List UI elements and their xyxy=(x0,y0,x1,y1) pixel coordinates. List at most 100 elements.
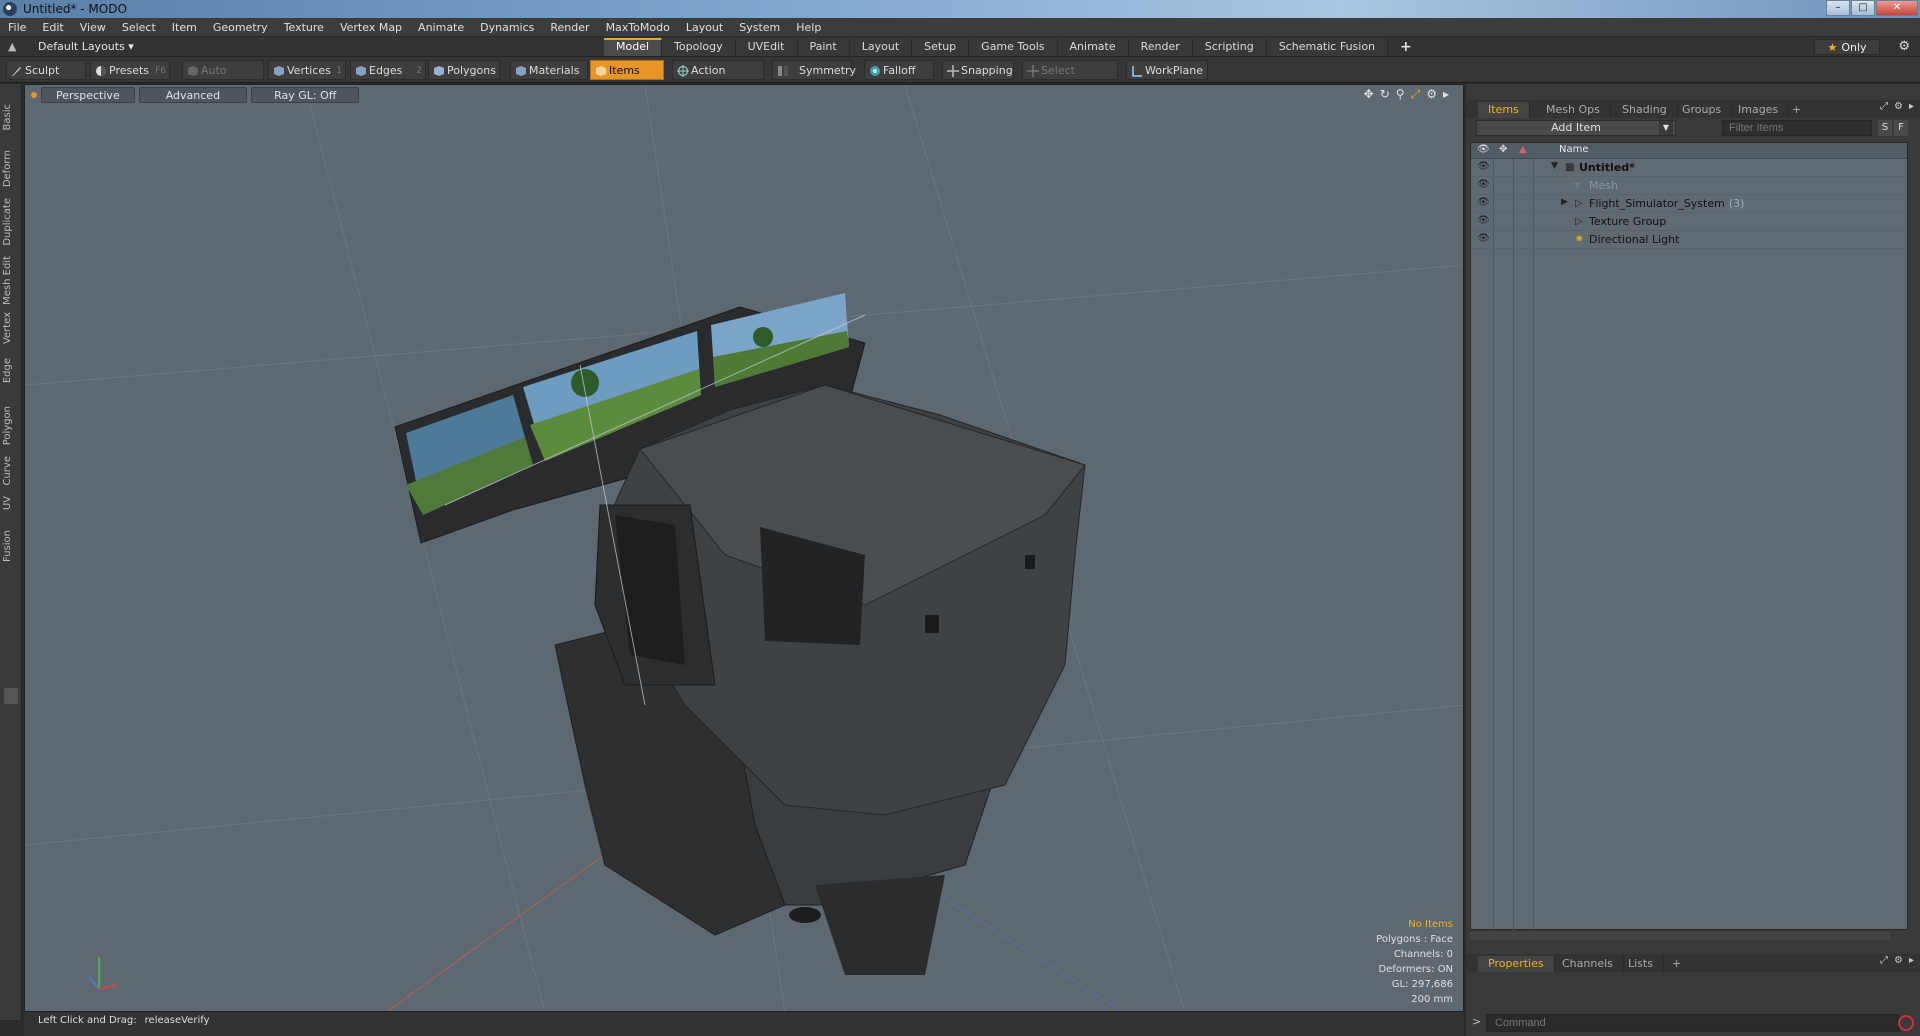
lock-column-icon[interactable]: ✥ xyxy=(1499,144,1507,155)
tab-game-tools[interactable]: Game Tools xyxy=(969,38,1058,56)
maximize-panel-icon[interactable]: ⤢ xyxy=(1880,101,1888,112)
tab-uvedit[interactable]: UVEdit xyxy=(735,38,798,56)
props-arrow-icon[interactable]: ▸ xyxy=(1909,955,1914,966)
sculpt-button[interactable]: Sculpt xyxy=(6,60,86,80)
eye-icon[interactable]: 👁 xyxy=(1477,197,1491,209)
presets-button[interactable]: Presets F6 xyxy=(90,60,170,80)
expand-triangle-icon[interactable]: ▼ xyxy=(1551,161,1558,171)
left-tab-curve[interactable]: Curve xyxy=(2,456,20,486)
tab-lists[interactable]: Lists xyxy=(1618,956,1664,972)
tab-animate[interactable]: Animate xyxy=(1057,38,1129,56)
menu-system[interactable]: System xyxy=(731,21,788,34)
tab-schematic-fusion[interactable]: Schematic Fusion xyxy=(1266,38,1389,56)
filter-items-input[interactable] xyxy=(1722,120,1872,136)
menu-animate[interactable]: Animate xyxy=(410,21,472,34)
props-gear-icon[interactable]: ⚙ xyxy=(1894,955,1903,966)
eye-icon[interactable]: 👁 xyxy=(1477,233,1491,245)
add-tab-button[interactable]: + xyxy=(1388,38,1424,56)
pan-icon[interactable]: ✥ xyxy=(1364,87,1374,102)
raygl-button[interactable]: Ray GL: Off xyxy=(251,87,360,103)
eye-icon[interactable]: 👁 xyxy=(1477,161,1491,173)
materials-button[interactable]: Materials xyxy=(510,60,588,80)
left-panel-handle[interactable] xyxy=(4,688,18,704)
menu-edit[interactable]: Edit xyxy=(34,21,71,34)
symmetry-button[interactable]: Symmetry xyxy=(772,60,856,80)
collapse-triangle-icon[interactable]: ▶ xyxy=(1561,197,1568,207)
tree-row-untitled[interactable]: 👁 ▼ ▩ Untitled* xyxy=(1471,159,1907,177)
left-tab-deform[interactable]: Deform xyxy=(2,150,20,187)
tab-channels[interactable]: Channels xyxy=(1552,956,1624,972)
command-input[interactable] xyxy=(1486,1014,1900,1032)
eye-icon[interactable]: 👁 xyxy=(1477,179,1491,191)
workplane-button[interactable]: WorkPlane xyxy=(1126,60,1208,80)
polygons-button[interactable]: Polygons xyxy=(428,60,500,80)
left-tab-edge[interactable]: Edge xyxy=(2,358,20,383)
tab-mesh-ops[interactable]: Mesh Ops xyxy=(1536,102,1611,118)
tab-paint[interactable]: Paint xyxy=(797,38,850,56)
tab-render[interactable]: Render xyxy=(1128,38,1193,56)
tab-layout[interactable]: Layout xyxy=(849,38,913,56)
gear-icon[interactable]: ⚙ xyxy=(1898,39,1910,54)
tab-shading[interactable]: Shading xyxy=(1612,102,1678,118)
left-tab-mesh-edit[interactable]: Mesh Edit xyxy=(2,256,20,305)
auto-select-button[interactable]: Auto Select xyxy=(182,60,264,97)
expand-arrow-icon[interactable]: ▸ xyxy=(1443,87,1449,102)
edges-button[interactable]: Edges 2 xyxy=(350,60,426,80)
tree-row-texture-group[interactable]: 👁 ▷ Texture Group xyxy=(1471,213,1907,231)
tab-images[interactable]: Images xyxy=(1728,102,1790,118)
view-mode-button[interactable]: Perspective xyxy=(41,87,135,103)
selection-column-icon[interactable]: ▲ xyxy=(1519,144,1527,155)
add-props-tab-button[interactable]: + xyxy=(1662,956,1691,972)
tab-groups[interactable]: Groups xyxy=(1672,102,1733,118)
tree-row-flight-simulator-system[interactable]: 👁 ▶ ▷ Flight_Simulator_System (3) xyxy=(1471,195,1907,213)
menu-dynamics[interactable]: Dynamics xyxy=(472,21,542,34)
select-through-button[interactable]: Select Through xyxy=(1022,60,1118,97)
menu-layout[interactable]: Layout xyxy=(678,21,731,34)
panel-gear-icon[interactable]: ⚙ xyxy=(1894,101,1903,112)
menu-select[interactable]: Select xyxy=(114,21,164,34)
fit-icon[interactable]: ⤢ xyxy=(1411,87,1421,102)
tab-properties[interactable]: Properties xyxy=(1478,956,1555,972)
add-panel-tab-button[interactable]: + xyxy=(1782,102,1811,118)
tab-items[interactable]: Items xyxy=(1478,102,1530,118)
vertices-button[interactable]: Vertices 1 xyxy=(268,60,346,80)
menu-texture[interactable]: Texture xyxy=(276,21,332,34)
close-button[interactable]: ✕ xyxy=(1876,0,1918,16)
menu-vertex-map[interactable]: Vertex Map xyxy=(332,21,410,34)
left-tab-basic[interactable]: Basic xyxy=(2,104,20,130)
items-button[interactable]: Items xyxy=(590,60,664,80)
tab-setup[interactable]: Setup xyxy=(912,38,970,56)
eye-icon[interactable]: 👁 xyxy=(1477,215,1491,227)
menu-render[interactable]: Render xyxy=(542,21,597,34)
3d-viewport[interactable]: Perspective Advanced Ray GL: Off ✥ ↻ ⚲ ⤢… xyxy=(24,84,1464,1012)
maximize-button[interactable]: □ xyxy=(1851,0,1875,16)
left-tab-vertex[interactable]: Vertex xyxy=(2,312,20,344)
add-item-button[interactable]: Add Item ▼ xyxy=(1476,120,1676,136)
visibility-column-icon[interactable]: 👁 xyxy=(1477,144,1490,155)
tab-scripting[interactable]: Scripting xyxy=(1192,38,1267,56)
layout-select[interactable]: Default Layouts ▾ xyxy=(38,40,158,53)
viewport-settings-icon[interactable]: ⚙ xyxy=(1426,87,1437,102)
menu-item[interactable]: Item xyxy=(164,21,205,34)
rotate-icon[interactable]: ↻ xyxy=(1380,87,1390,102)
viewport-menu-icon[interactable] xyxy=(31,92,37,98)
menu-maxtomodo[interactable]: MaxToModo xyxy=(598,21,678,34)
left-tab-fusion[interactable]: Fusion xyxy=(2,530,20,562)
zoom-icon[interactable]: ⚲ xyxy=(1396,87,1405,102)
dropdown-caret-icon[interactable]: ▼ xyxy=(1659,121,1673,135)
shading-button[interactable]: Advanced xyxy=(138,87,248,103)
f-button[interactable]: F xyxy=(1894,120,1908,136)
layout-pin-icon[interactable]: ▲ xyxy=(8,40,22,53)
command-stop-icon[interactable] xyxy=(1898,1015,1914,1031)
left-tab-polygon[interactable]: Polygon xyxy=(2,406,20,445)
menu-file[interactable]: File xyxy=(0,21,34,34)
left-tab-uv[interactable]: UV xyxy=(2,496,20,510)
snapping-button[interactable]: Snapping xyxy=(942,60,1014,80)
maximize-props-icon[interactable]: ⤢ xyxy=(1880,955,1888,966)
name-column-header[interactable]: Name xyxy=(1559,144,1589,155)
menu-geometry[interactable]: Geometry xyxy=(205,21,276,34)
tree-row-directional-light[interactable]: 👁 ✸ Directional Light xyxy=(1471,231,1907,249)
s-button[interactable]: S xyxy=(1878,120,1892,136)
left-tab-duplicate[interactable]: Duplicate xyxy=(2,198,20,246)
action-center-button[interactable]: Action Center xyxy=(672,60,764,97)
